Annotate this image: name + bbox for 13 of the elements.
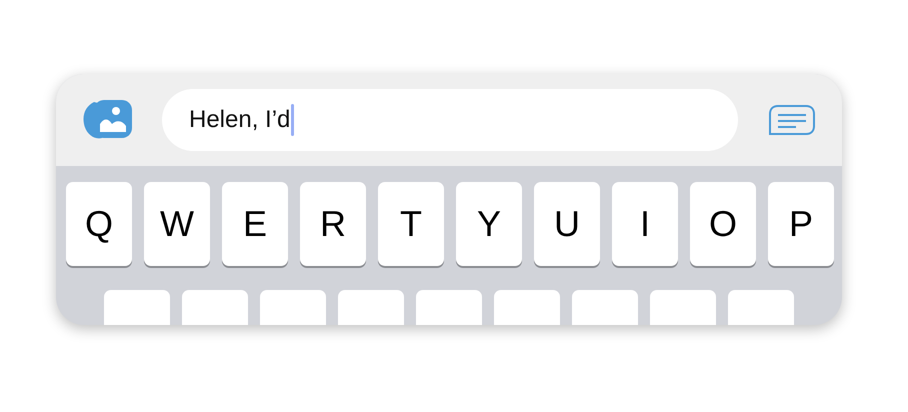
letter-key[interactable]: Y [456,182,522,266]
letter-key[interactable]: E [222,182,288,266]
letter-key[interactable]: U [534,182,600,266]
letter-key[interactable]: I [612,182,678,266]
message-bubble-icon[interactable] [768,104,816,136]
letter-key[interactable]: O [690,182,756,266]
letter-key[interactable]: W [144,182,210,266]
letter-key[interactable]: R [300,182,366,266]
message-field[interactable]: Helen, I’d [162,89,738,151]
letter-key[interactable]: T [378,182,444,266]
message-text: Helen, I’d [189,106,290,134]
letter-key[interactable]: P [768,182,834,266]
letter-key[interactable]: Q [66,182,132,266]
